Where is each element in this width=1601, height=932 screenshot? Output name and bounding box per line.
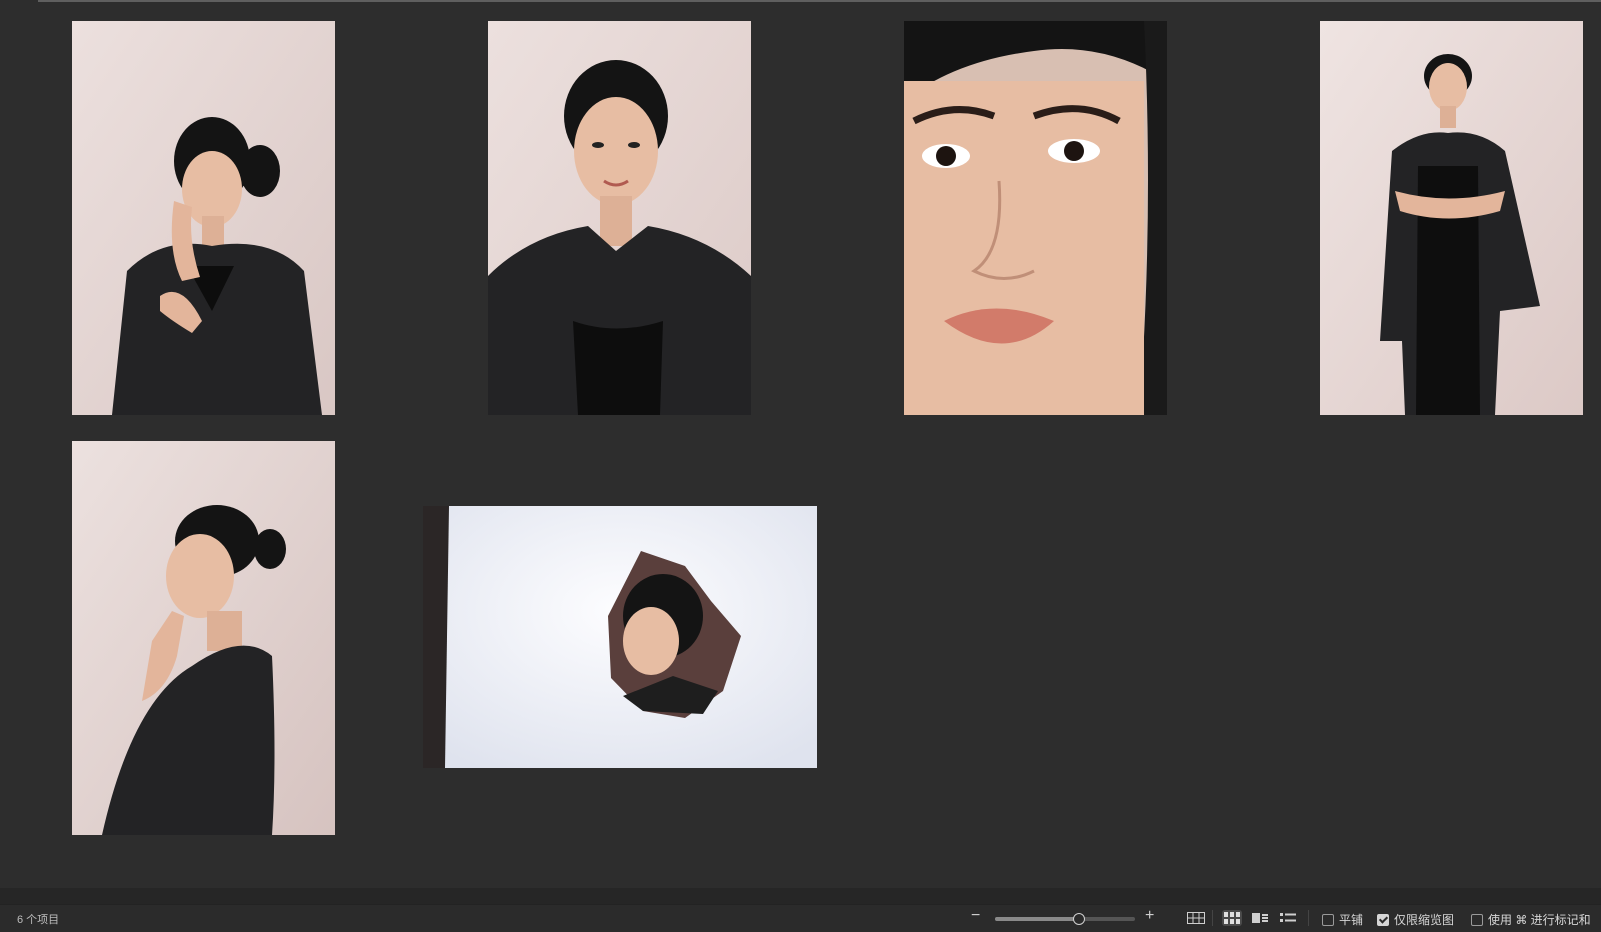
tile-checkbox[interactable] [1322, 913, 1334, 926]
photo-thumbnail[interactable] [904, 21, 1167, 415]
portrait-image [72, 21, 335, 415]
view-grid-large-button[interactable] [1186, 910, 1206, 926]
portrait-image [72, 441, 335, 835]
photo-thumbnail[interactable] [423, 506, 817, 768]
item-count: 6 个项目 [17, 914, 60, 926]
view-grid-small-button[interactable] [1222, 910, 1242, 926]
portrait-image [904, 21, 1167, 415]
zoom-out-icon[interactable]: − [971, 908, 980, 924]
portrait-image [423, 506, 817, 768]
view-separator [1212, 910, 1213, 926]
tile-option[interactable]: 平铺 [1322, 911, 1363, 928]
zoom-slider-knob[interactable] [1073, 913, 1085, 925]
portrait-image [1320, 21, 1583, 415]
detail-view-icon [1252, 913, 1268, 923]
use-tag-checkbox[interactable] [1471, 913, 1483, 926]
grid-small-icon [1224, 912, 1240, 924]
view-detail-button[interactable] [1250, 910, 1270, 926]
thumbnails-only-checkbox[interactable] [1377, 913, 1389, 926]
photo-thumbnail[interactable] [488, 21, 751, 415]
photo-thumbnail[interactable] [72, 441, 335, 835]
status-bar: 6 个项目 − + 平铺 仅限缩览图 使用 ⌘ 进行标记和 [0, 904, 1601, 932]
grid-large-icon [1187, 912, 1205, 924]
options-separator [1308, 910, 1309, 926]
thumbnails-only-label: 仅限缩览图 [1394, 913, 1455, 927]
photo-thumbnail[interactable] [72, 21, 335, 415]
zoom-in-icon[interactable]: + [1145, 908, 1154, 924]
view-list-button[interactable] [1278, 910, 1298, 926]
list-view-icon [1280, 913, 1296, 922]
use-tag-label: 使用 ⌘ 进行标记和 [1488, 913, 1591, 927]
tile-label: 平铺 [1339, 913, 1364, 927]
use-tag-option[interactable]: 使用 ⌘ 进行标记和 [1471, 911, 1591, 928]
thumbnails-only-option[interactable]: 仅限缩览图 [1377, 911, 1454, 928]
thumbnail-grid [0, 0, 1601, 888]
photo-thumbnail[interactable] [1320, 21, 1583, 415]
zoom-slider-fill [995, 917, 1079, 921]
status-divider [0, 888, 1601, 904]
portrait-image [488, 21, 751, 415]
